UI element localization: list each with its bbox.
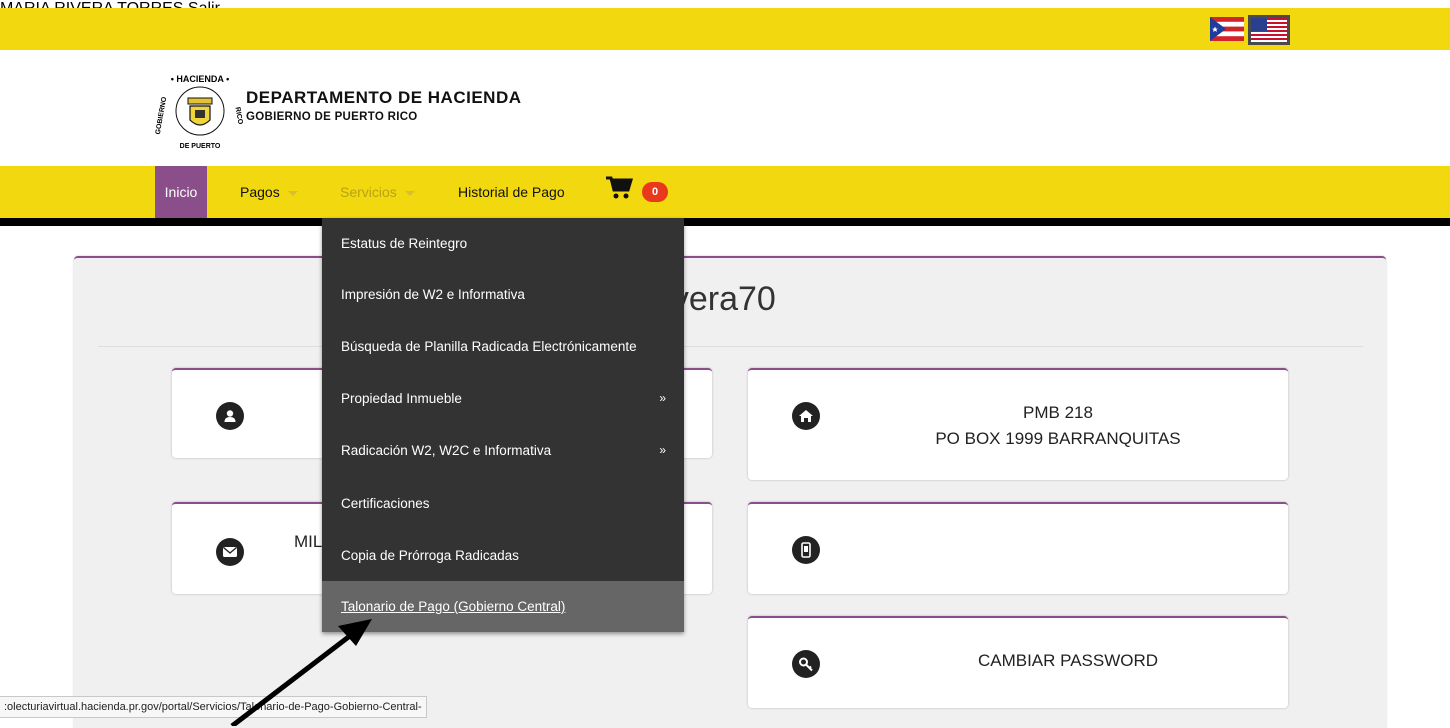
chevron-down-icon bbox=[287, 190, 298, 196]
flag-usa-icon[interactable] bbox=[1248, 15, 1290, 45]
envelope-icon bbox=[216, 538, 244, 566]
change-password-label[interactable]: CAMBIAR PASSWORD bbox=[948, 651, 1188, 671]
nav-historial-de-pago[interactable]: Historial de Pago bbox=[458, 166, 565, 218]
nav-servicios-label: Servicios bbox=[340, 184, 397, 200]
menu-item-label: Copia de Prórroga Radicadas bbox=[341, 548, 519, 563]
navbar-border bbox=[0, 218, 1450, 226]
nav-servicios[interactable]: Servicios bbox=[340, 166, 415, 218]
address-line-2: PO BOX 1999 BARRANQUITAS bbox=[935, 429, 1181, 448]
flag-puerto-rico-icon[interactable] bbox=[1210, 17, 1244, 41]
hacienda-seal-logo: • HACIENDA • GOBIERNO RICO DE PUERTO bbox=[155, 70, 245, 152]
email-text: MIL bbox=[294, 532, 323, 551]
svg-text:• HACIENDA •: • HACIENDA • bbox=[171, 74, 229, 84]
key-icon bbox=[792, 650, 820, 678]
svg-text:GOBIERNO: GOBIERNO bbox=[155, 96, 168, 135]
menu-item-label: Propiedad Inmueble bbox=[341, 391, 462, 406]
mobile-phone-icon bbox=[792, 536, 820, 564]
department-title: DEPARTAMENTO DE HACIENDA bbox=[246, 88, 522, 107]
menu-item-estatus-de-reintegro[interactable]: Estatus de Reintegro bbox=[322, 218, 684, 269]
menu-item-label: Impresión de W2 e Informativa bbox=[341, 287, 525, 302]
card-address: PMB 218 PO BOX 1999 BARRANQUITAS bbox=[748, 368, 1288, 480]
main-navbar bbox=[0, 166, 1450, 218]
home-icon bbox=[792, 402, 820, 430]
change-password-card[interactable]: CAMBIAR PASSWORD bbox=[748, 616, 1288, 708]
nav-pagos[interactable]: Pagos bbox=[240, 166, 298, 218]
submenu-arrow-icon: » bbox=[659, 391, 666, 405]
servicios-dropdown-menu: Estatus de Reintegro Impresión de W2 e I… bbox=[322, 218, 684, 632]
address-line-1: PMB 218 bbox=[1023, 403, 1093, 422]
menu-item-label: Estatus de Reintegro bbox=[341, 236, 468, 251]
cart-count-badge[interactable]: 0 bbox=[642, 182, 668, 202]
menu-item-label: Radicación W2, W2C e Informativa bbox=[341, 443, 552, 458]
nav-inicio[interactable]: Inicio bbox=[155, 166, 207, 218]
menu-item-busqueda-planilla[interactable]: Búsqueda de Planilla Radicada Electrónic… bbox=[322, 321, 684, 372]
menu-item-copia-prorroga[interactable]: Copia de Prórroga Radicadas bbox=[322, 530, 684, 581]
menu-item-label: Certificaciones bbox=[341, 496, 430, 511]
svg-text:DE PUERTO: DE PUERTO bbox=[180, 143, 221, 150]
user-icon bbox=[216, 402, 244, 430]
shopping-cart-icon[interactable] bbox=[605, 176, 634, 200]
chevron-down-icon bbox=[404, 190, 415, 196]
menu-item-impresion-w2[interactable]: Impresión de W2 e Informativa bbox=[322, 269, 684, 320]
department-subtitle: GOBIERNO DE PUERTO RICO bbox=[246, 111, 418, 123]
address-text: PMB 218 PO BOX 1999 BARRANQUITAS bbox=[868, 400, 1248, 452]
menu-item-radicacion-w2[interactable]: Radicación W2, W2C e Informativa » bbox=[322, 425, 684, 476]
card-phone bbox=[748, 502, 1288, 594]
menu-item-certificaciones[interactable]: Certificaciones bbox=[322, 478, 684, 529]
menu-item-propiedad-inmueble[interactable]: Propiedad Inmueble » bbox=[322, 373, 684, 424]
panel-divider bbox=[98, 346, 1363, 347]
menu-item-talonario-de-pago[interactable]: Talonario de Pago (Gobierno Central) bbox=[322, 581, 684, 632]
menu-item-label: Búsqueda de Planilla Radicada Electrónic… bbox=[341, 339, 637, 354]
submenu-arrow-icon: » bbox=[659, 443, 666, 457]
menu-item-label: Talonario de Pago (Gobierno Central) bbox=[341, 599, 566, 614]
browser-status-bar-url: :olecturiavirtual.hacienda.pr.gov/portal… bbox=[0, 696, 427, 718]
nav-pagos-label: Pagos bbox=[240, 184, 280, 200]
svg-text:RICO: RICO bbox=[234, 107, 244, 126]
